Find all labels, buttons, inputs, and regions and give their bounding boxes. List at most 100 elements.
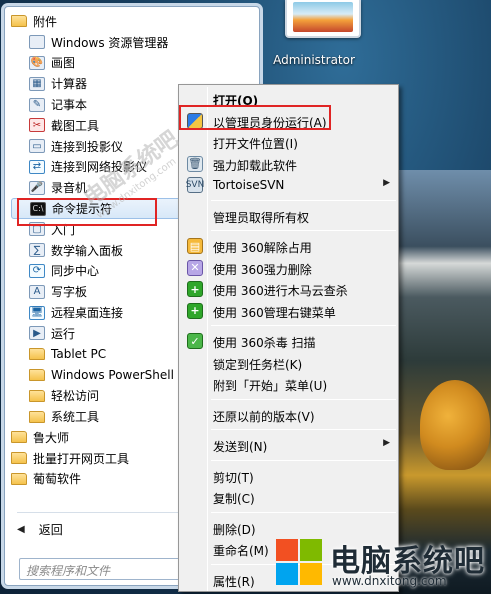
folder-icon xyxy=(29,348,45,361)
context-menu-item-label: 强力卸载此软件 xyxy=(213,158,298,173)
context-menu-item-label: 使用 360强力删除 xyxy=(213,262,312,277)
context-menu-item[interactable]: 管理员取得所有权 xyxy=(181,205,398,227)
context-menu-separator xyxy=(211,199,396,201)
program-item-label: 轻松访问 xyxy=(51,389,100,404)
submenu-arrow-icon: ▶ xyxy=(383,178,390,188)
context-menu-item-label: 打开文件位置(I) xyxy=(213,137,298,151)
program-item-label: 系统工具 xyxy=(51,410,100,425)
back-button[interactable]: ◀ 返回 xyxy=(17,519,63,539)
tortoisesvn-icon: SVN xyxy=(186,177,204,193)
search-placeholder: 搜索程序和文件 xyxy=(26,564,111,578)
context-menu-item-label: 以管理员身份运行(A) xyxy=(213,115,327,130)
context-menu-item[interactable]: 发送到(N) ▶ xyxy=(181,434,398,456)
360-antivirus-icon: ✓ xyxy=(187,333,203,349)
paint-icon: 🎨 xyxy=(29,55,45,70)
program-item[interactable]: Windows 资源管理器 xyxy=(11,32,251,53)
command-prompt-icon: C:\ xyxy=(30,201,46,216)
context-menu-separator xyxy=(211,325,396,326)
context-menu-item[interactable]: + 使用 360管理右键菜单 xyxy=(181,300,398,322)
context-menu-item-label: 打开(O) xyxy=(213,94,259,108)
program-item-label: 记事本 xyxy=(51,98,88,113)
context-menu-item[interactable]: ▤ 使用 360解除占用 xyxy=(181,235,398,257)
program-item-label: 写字板 xyxy=(51,285,88,300)
360-unlock-icon: ▤ xyxy=(187,238,203,254)
folder-icon xyxy=(11,431,27,444)
folder-icon xyxy=(29,389,45,402)
program-item-label: 远程桌面连接 xyxy=(51,306,124,321)
program-item-label: 截图工具 xyxy=(51,118,100,133)
context-menu-item[interactable]: ✓ 使用 360杀毒 扫描 xyxy=(181,330,398,352)
program-item-label: 数学输入面板 xyxy=(51,243,124,258)
context-menu-item-label: 附到「开始」菜单(U) xyxy=(213,379,328,393)
folder-icon xyxy=(29,368,45,381)
folder-icon xyxy=(11,452,27,465)
folder-icon xyxy=(11,15,27,28)
getting-started-icon: ▢ xyxy=(29,222,45,237)
math-input-icon: ∑ xyxy=(29,243,45,258)
program-item-label: 葡萄软件 xyxy=(33,472,82,487)
trash-icon: 🗑 xyxy=(187,155,203,172)
user-avatar[interactable] xyxy=(285,0,361,38)
context-menu-item-label: 使用 360解除占用 xyxy=(213,241,312,255)
context-menu-item-label: 剪切(T) xyxy=(213,470,254,485)
brand-watermark: 电脑系统吧 www.dnxitong.com xyxy=(270,536,491,594)
context-menu-item[interactable]: ✕ 使用 360强力删除 xyxy=(181,257,398,279)
program-item-label: 运行 xyxy=(51,326,76,341)
calculator-icon: ▦ xyxy=(29,76,45,91)
context-menu-separator xyxy=(211,429,396,430)
sync-icon: ⟳ xyxy=(29,263,45,278)
user-name-link[interactable]: Administrator xyxy=(272,53,356,67)
remote-desktop-icon: 🖥 xyxy=(29,305,45,320)
program-item-label: 连接到投影仪 xyxy=(51,139,124,154)
context-menu-item[interactable]: 以管理员身份运行(A) xyxy=(181,110,398,132)
program-item[interactable]: 附件 xyxy=(11,11,251,32)
windows-logo-icon xyxy=(276,539,324,587)
context-menu-separator xyxy=(211,511,396,513)
context-menu-item[interactable]: SVN TortoiseSVN ▶ xyxy=(181,174,398,196)
context-menu-item-label: 属性(R) xyxy=(213,574,255,589)
context-menu-item-label: 发送到(N) xyxy=(213,440,268,454)
360-delete-icon: ✕ xyxy=(187,259,203,276)
context-menu-item[interactable]: 打开(O) xyxy=(181,88,398,110)
uac-shield-icon xyxy=(187,112,203,129)
context-menu-item[interactable]: 打开文件位置(I) xyxy=(181,131,398,153)
context-menu-item-label: 使用 360杀毒 扫描 xyxy=(213,336,316,350)
context-menu-item-label: 锁定到任务栏(K) xyxy=(213,357,303,372)
context-menu-item[interactable]: + 使用 360进行木马云查杀 xyxy=(181,278,398,300)
context-menu-separator xyxy=(211,398,396,400)
program-item[interactable]: 🎨 画图 xyxy=(11,53,251,74)
360-menu-icon: + xyxy=(187,302,203,319)
program-item-label: Windows PowerShell xyxy=(51,367,174,382)
context-menu-item-label: 还原以前的版本(V) xyxy=(213,409,315,424)
context-menu-item-label: 管理员取得所有权 xyxy=(213,210,310,225)
microphone-icon: 🎤 xyxy=(29,180,45,195)
wordpad-icon: A xyxy=(29,284,45,299)
program-item-label: 批量打开网页工具 xyxy=(33,451,130,466)
context-menu-separator xyxy=(211,459,396,461)
context-menu-item[interactable]: 附到「开始」菜单(U) xyxy=(181,373,398,395)
context-menu-item[interactable]: 复制(C) xyxy=(181,486,398,508)
context-menu-item-label: TortoiseSVN xyxy=(213,178,285,192)
360-scan-icon: + xyxy=(187,281,203,297)
notepad-icon: ✎ xyxy=(29,97,45,112)
context-menu-item-label: 复制(C) xyxy=(213,492,255,506)
program-item-label: Tablet PC xyxy=(51,347,107,362)
program-item-label: 鲁大师 xyxy=(33,430,70,445)
back-label: 返回 xyxy=(38,522,63,537)
context-menu-separator xyxy=(211,230,396,231)
projector-icon: ▭ xyxy=(29,139,45,154)
context-menu-item[interactable]: 锁定到任务栏(K) xyxy=(181,352,398,374)
context-menu-item-label: 重命名(M) xyxy=(213,544,269,558)
context-menu-item-label: 使用 360管理右键菜单 xyxy=(213,305,336,320)
back-arrow-icon: ◀ xyxy=(17,523,25,535)
run-icon: ▶ xyxy=(29,326,45,341)
context-menu-item[interactable]: 剪切(T) xyxy=(181,465,398,487)
context-menu-item[interactable]: 🗑 强力卸载此软件 xyxy=(181,153,398,175)
autumn-tree xyxy=(420,380,490,470)
submenu-arrow-icon: ▶ xyxy=(383,438,390,448)
network-projector-icon: ⇄ xyxy=(29,159,45,174)
program-item-label: 同步中心 xyxy=(51,264,100,279)
context-menu-item-label: 删除(D) xyxy=(213,522,256,537)
context-menu-item[interactable]: 还原以前的版本(V) xyxy=(181,404,398,426)
brand-url: www.dnxitong.com xyxy=(332,574,447,588)
